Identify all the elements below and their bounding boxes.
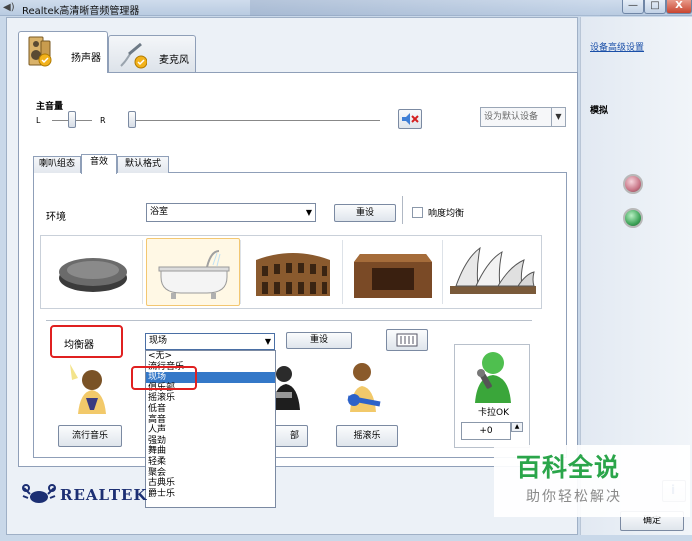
environment-select[interactable]: 浴室 ▼ xyxy=(146,203,316,222)
tab-microphone-label: 麦克风 xyxy=(159,55,189,66)
annotation-box xyxy=(131,366,197,390)
volume-slider-thumb[interactable] xyxy=(128,111,136,128)
list-item[interactable]: 人声 xyxy=(146,425,275,436)
equalizer-select-value: 现场 xyxy=(149,336,168,346)
equalizer-reset-button[interactable]: 重设 xyxy=(286,332,352,349)
colosseum-icon xyxy=(256,253,330,296)
green-jack-icon[interactable] xyxy=(623,208,643,228)
tab-speaker-label: 扬声器 xyxy=(71,53,101,64)
pop-singer-icon xyxy=(70,364,106,414)
minimize-button[interactable]: — xyxy=(622,0,644,14)
watermark-title: 百科全说 xyxy=(516,453,621,482)
chevron-down-icon: ▼ xyxy=(305,208,312,217)
bathtub-icon xyxy=(158,250,230,299)
app-speaker-icon: ◀) xyxy=(3,2,15,13)
karaoke-singer-icon xyxy=(475,352,511,403)
list-item[interactable]: 摇滚乐 xyxy=(146,393,275,404)
karaoke-spin-up-button[interactable]: ▲ xyxy=(511,422,523,432)
preset-club-image[interactable] xyxy=(272,362,302,412)
loudness-checkbox[interactable] xyxy=(412,207,423,218)
advanced-device-settings-link[interactable]: 设备高级设置 xyxy=(590,40,644,53)
realtek-brand: REALTEK xyxy=(60,486,148,504)
list-item[interactable]: 爵士乐 xyxy=(146,489,275,500)
environment-select-value: 浴室 xyxy=(150,207,169,217)
speaker-muted-icon xyxy=(402,113,419,125)
window-title: Realtek高清晰音频管理器 xyxy=(22,6,140,17)
set-default-device-dropdown[interactable]: 设为默认设备 ▼ xyxy=(480,107,566,127)
karaoke-value-field[interactable]: +0 xyxy=(461,422,511,440)
list-item[interactable]: <无> xyxy=(146,351,275,362)
speaker-icon xyxy=(28,36,52,67)
stone-disc-icon xyxy=(59,258,127,292)
close-button[interactable]: X xyxy=(666,0,692,14)
volume-slider-track xyxy=(134,120,380,121)
mute-button[interactable] xyxy=(398,109,422,129)
balance-slider-thumb[interactable] xyxy=(68,111,76,128)
karaoke-label: 卡拉OK xyxy=(478,408,509,418)
list-item[interactable]: 聚会 xyxy=(146,468,275,479)
list-item[interactable]: 高音 xyxy=(146,415,275,426)
list-item[interactable]: 强劲 xyxy=(146,436,275,447)
realtek-crab-logo xyxy=(22,484,56,509)
set-default-device-label: 设为默认设备 xyxy=(484,112,539,122)
env-stone-room[interactable] xyxy=(346,238,440,306)
environment-label: 环境 xyxy=(46,212,66,223)
annotation-box xyxy=(50,325,123,358)
pink-jack-icon[interactable] xyxy=(623,174,643,194)
stone-room-icon xyxy=(354,254,432,298)
preset-rock-button[interactable]: 摇滚乐 xyxy=(336,425,398,447)
env-colosseum[interactable] xyxy=(246,238,340,306)
environment-reset-button[interactable]: 重设 xyxy=(334,204,396,222)
chevron-down-icon: ▼ xyxy=(264,337,271,346)
divider xyxy=(46,320,532,321)
microphone-icon xyxy=(120,42,147,69)
balance-right-label: R xyxy=(100,116,106,125)
realtek-logo-icon xyxy=(22,484,56,503)
env-opera-house[interactable] xyxy=(446,238,540,306)
loudness-label: 响度均衡 xyxy=(428,209,465,219)
opera-house-icon xyxy=(450,246,536,294)
divider xyxy=(402,196,403,224)
chevron-down-icon: ▼ xyxy=(551,108,565,126)
rock-guitarist-icon xyxy=(347,363,381,412)
list-item[interactable]: 舞曲 xyxy=(146,446,275,457)
preset-rock-image[interactable] xyxy=(340,358,390,416)
tab-speaker-config[interactable]: 喇叭组态 xyxy=(33,156,81,173)
analog-label: 模拟 xyxy=(590,106,609,116)
preset-pop-image[interactable] xyxy=(64,358,114,416)
tab-default-format[interactable]: 默认格式 xyxy=(117,156,169,173)
club-dj-icon xyxy=(272,366,300,410)
env-bathroom[interactable] xyxy=(146,238,240,306)
equalizer-grid-icon xyxy=(396,333,418,347)
maximize-button[interactable]: □ xyxy=(644,0,666,14)
title-bar-blur xyxy=(250,0,600,16)
list-item[interactable]: 古典乐 xyxy=(146,478,275,489)
watermark-subtitle: 助你轻松解决 xyxy=(526,489,622,505)
env-stone-disc[interactable] xyxy=(46,238,140,306)
balance-left-label: L xyxy=(36,116,41,125)
equalizer-select[interactable]: 现场 ▼ xyxy=(145,333,275,350)
list-item[interactable]: 轻柔 xyxy=(146,457,275,468)
list-item[interactable]: 低音 xyxy=(146,404,275,415)
preset-pop-button[interactable]: 流行音乐 xyxy=(58,425,122,447)
tab-microphone[interactable]: 麦克风 xyxy=(108,35,196,72)
tab-sound-effects[interactable]: 音效 xyxy=(81,154,117,174)
main-volume-title: 主音量 xyxy=(36,102,64,112)
graphic-equalizer-button[interactable] xyxy=(386,329,428,351)
tab-speaker[interactable]: 扬声器 xyxy=(18,31,108,73)
